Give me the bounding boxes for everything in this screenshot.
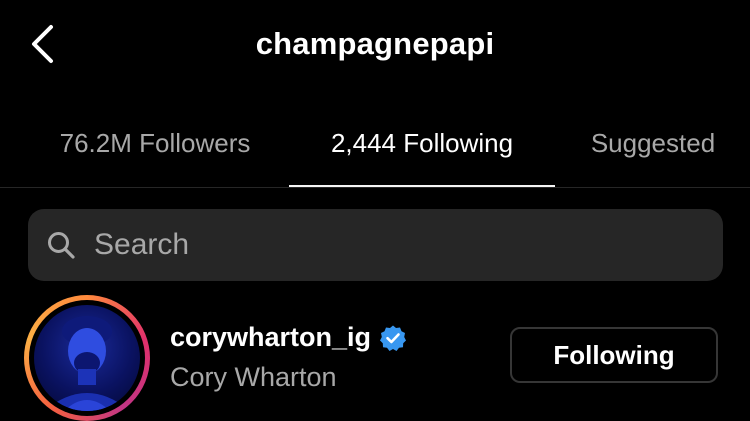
header: champagnepapi: [0, 0, 750, 90]
page-title: champagnepapi: [255, 26, 495, 61]
tab-following[interactable]: 2,444 Following: [289, 110, 555, 187]
tab-bar: 76.2M Followers 2,444 Following Suggeste…: [0, 110, 750, 188]
list-item: corywharton_ig Cory Wharton Following: [0, 295, 750, 421]
full-name: Cory Wharton: [170, 362, 337, 392]
following-button[interactable]: Following: [510, 327, 718, 383]
active-tab-indicator: [289, 185, 555, 187]
username-link[interactable]: corywharton_ig: [170, 322, 407, 353]
tab-suggested[interactable]: Suggested: [560, 110, 746, 187]
avatar[interactable]: [24, 295, 150, 421]
search-placeholder: Search: [94, 228, 190, 261]
verified-badge-icon: [379, 324, 407, 352]
search-icon: [46, 230, 76, 260]
username: corywharton_ig: [170, 322, 372, 352]
avatar-photo: [34, 305, 140, 411]
tab-followers[interactable]: 76.2M Followers: [24, 110, 286, 187]
search-input[interactable]: Search: [28, 209, 723, 281]
